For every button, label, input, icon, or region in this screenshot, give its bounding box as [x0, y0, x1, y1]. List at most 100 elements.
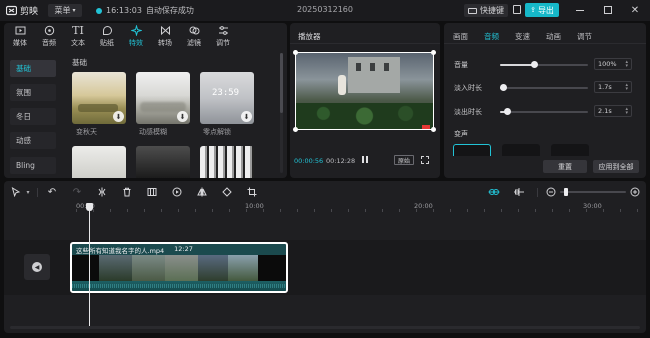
slider-knob[interactable] [531, 61, 538, 68]
fade-in-label: 淡入时长 [454, 84, 482, 92]
export-button[interactable]: ⇪ 导出 [525, 3, 559, 17]
play-range-button[interactable] [171, 186, 183, 198]
scrollbar-track[interactable] [280, 53, 283, 173]
freeze-frame-button[interactable] [146, 186, 158, 198]
clip-thumbnail [132, 255, 165, 281]
download-icon[interactable]: ⬇ [177, 111, 188, 122]
tab-transition-label: 转场 [158, 39, 172, 47]
preview-selection-box[interactable] [295, 52, 434, 130]
category-winter[interactable]: 冬日 [10, 108, 56, 125]
slider-knob[interactable] [504, 108, 511, 115]
volume-value-field[interactable]: 100% ▴ ▾ [594, 58, 632, 70]
category-basic[interactable]: 基础 [10, 60, 56, 77]
reset-button[interactable]: 重置 [543, 160, 587, 173]
volume-slider[interactable] [500, 61, 588, 68]
undo-button[interactable]: ↶ [46, 186, 58, 198]
linkage-toggle[interactable] [513, 186, 525, 198]
resize-handle[interactable] [293, 50, 298, 55]
download-icon[interactable]: ⬇ [241, 111, 252, 122]
tab-picture[interactable]: 画面 [453, 31, 468, 42]
redo-button[interactable]: ↷ [71, 186, 83, 198]
snap-toggle[interactable] [488, 186, 500, 198]
mirror-button[interactable] [196, 186, 208, 198]
category-label: 冬日 [16, 112, 31, 121]
tab-text[interactable]: TI 文本 [64, 25, 92, 51]
sticker-icon [102, 26, 112, 35]
zoom-slider[interactable] [560, 188, 626, 196]
audio-icon [44, 25, 54, 36]
timeline-scrollbar[interactable] [10, 326, 640, 329]
tab-speed[interactable]: 变速 [515, 31, 530, 42]
zoom-slider-knob[interactable] [564, 188, 568, 196]
fullscreen-button[interactable] [421, 156, 429, 164]
tab-transition[interactable]: 转场 [151, 25, 179, 51]
tab-audio-props[interactable]: 音频 [484, 31, 499, 42]
shortcut-button[interactable]: 快捷键 [464, 4, 508, 17]
menu-button[interactable]: 菜单 ▾ [48, 4, 82, 17]
crop-button[interactable] [246, 186, 258, 198]
effect-card[interactable] [136, 146, 190, 178]
maximize-button[interactable] [601, 3, 615, 17]
export-label: 导出 [537, 5, 554, 15]
tab-audio[interactable]: 音频 [35, 25, 63, 51]
zoom-out-button[interactable] [545, 186, 557, 198]
category-atmosphere[interactable]: 氛围 [10, 84, 56, 101]
layout-icon[interactable] [513, 5, 521, 14]
select-tool-button[interactable] [10, 186, 22, 198]
video-clip[interactable]: 这些所有知道我名字的人.mp4 12:27 [70, 242, 288, 293]
effect-card[interactable] [72, 146, 126, 178]
voice-option[interactable] [551, 144, 589, 156]
tab-filter[interactable]: 滤镜 [180, 25, 208, 51]
resize-handle[interactable] [293, 127, 298, 132]
pause-button[interactable] [362, 156, 368, 165]
category-dynamic[interactable]: 动感 [10, 132, 56, 149]
effects-panel: 媒体 音频 TI 文本 贴纸 特效 转场 滤镜 调节 基础 氛围 冬日 动感 B… [4, 23, 287, 178]
voice-option[interactable] [502, 144, 540, 156]
play-circle-icon [172, 187, 182, 197]
cursor-icon [11, 187, 21, 197]
minimize-button[interactable] [573, 3, 587, 17]
tab-adjust-props[interactable]: 调节 [577, 31, 592, 42]
fade-in-value-field[interactable]: 1.7s ▴ ▾ [594, 81, 632, 93]
clip-thumbnail [258, 255, 286, 281]
scrollbar-thumb[interactable] [280, 53, 283, 113]
select-tool-dropdown[interactable]: ▾ [22, 186, 34, 198]
text-icon: TI [72, 24, 84, 37]
clip-audio-waveform [72, 281, 286, 291]
split-button[interactable] [96, 186, 108, 198]
thumb-ground [140, 102, 186, 112]
tab-animation[interactable]: 动画 [546, 31, 561, 42]
playhead-line[interactable] [89, 205, 90, 327]
effect-card-autumn[interactable]: ⬇ [72, 72, 126, 124]
apply-to-all-button[interactable]: 应用到全部 [593, 160, 639, 173]
clip-thumbnail [99, 255, 132, 281]
tab-sticker[interactable]: 贴纸 [93, 25, 121, 51]
delete-button[interactable] [121, 186, 133, 198]
zoom-in-button[interactable] [629, 186, 641, 198]
tab-media[interactable]: 媒体 [6, 25, 34, 51]
fade-out-slider[interactable] [500, 108, 588, 115]
rotate-button[interactable] [221, 186, 233, 198]
tab-adjust[interactable]: 调节 [209, 25, 237, 51]
track-audio-toggle[interactable]: ◀ [24, 254, 50, 280]
category-bling[interactable]: Bling [10, 157, 56, 174]
capcut-logo-icon [6, 5, 17, 16]
tab-filter-label: 滤镜 [187, 39, 201, 47]
keyboard-icon [468, 7, 477, 14]
resize-handle[interactable] [431, 127, 436, 132]
slider-knob[interactable] [500, 84, 507, 91]
fade-in-slider[interactable] [500, 84, 588, 91]
voice-option-none[interactable] [453, 144, 491, 156]
effect-card-midnight[interactable]: 23:59 ⬇ [200, 72, 254, 124]
playhead-handle[interactable] [86, 203, 93, 211]
effect-card[interactable] [200, 146, 254, 178]
download-icon[interactable]: ⬇ [113, 111, 124, 122]
ratio-button[interactable]: 原始 [394, 155, 414, 165]
toolbar-divider [37, 188, 38, 197]
close-button[interactable]: ✕ [628, 3, 642, 17]
resize-handle[interactable] [431, 50, 436, 55]
fade-out-value-field[interactable]: 2.1s ▴ ▾ [594, 105, 632, 117]
effect-card-motion-blur[interactable]: ⬇ [136, 72, 190, 124]
crop-icon [247, 187, 257, 197]
tab-effects[interactable]: 特效 [122, 25, 150, 51]
